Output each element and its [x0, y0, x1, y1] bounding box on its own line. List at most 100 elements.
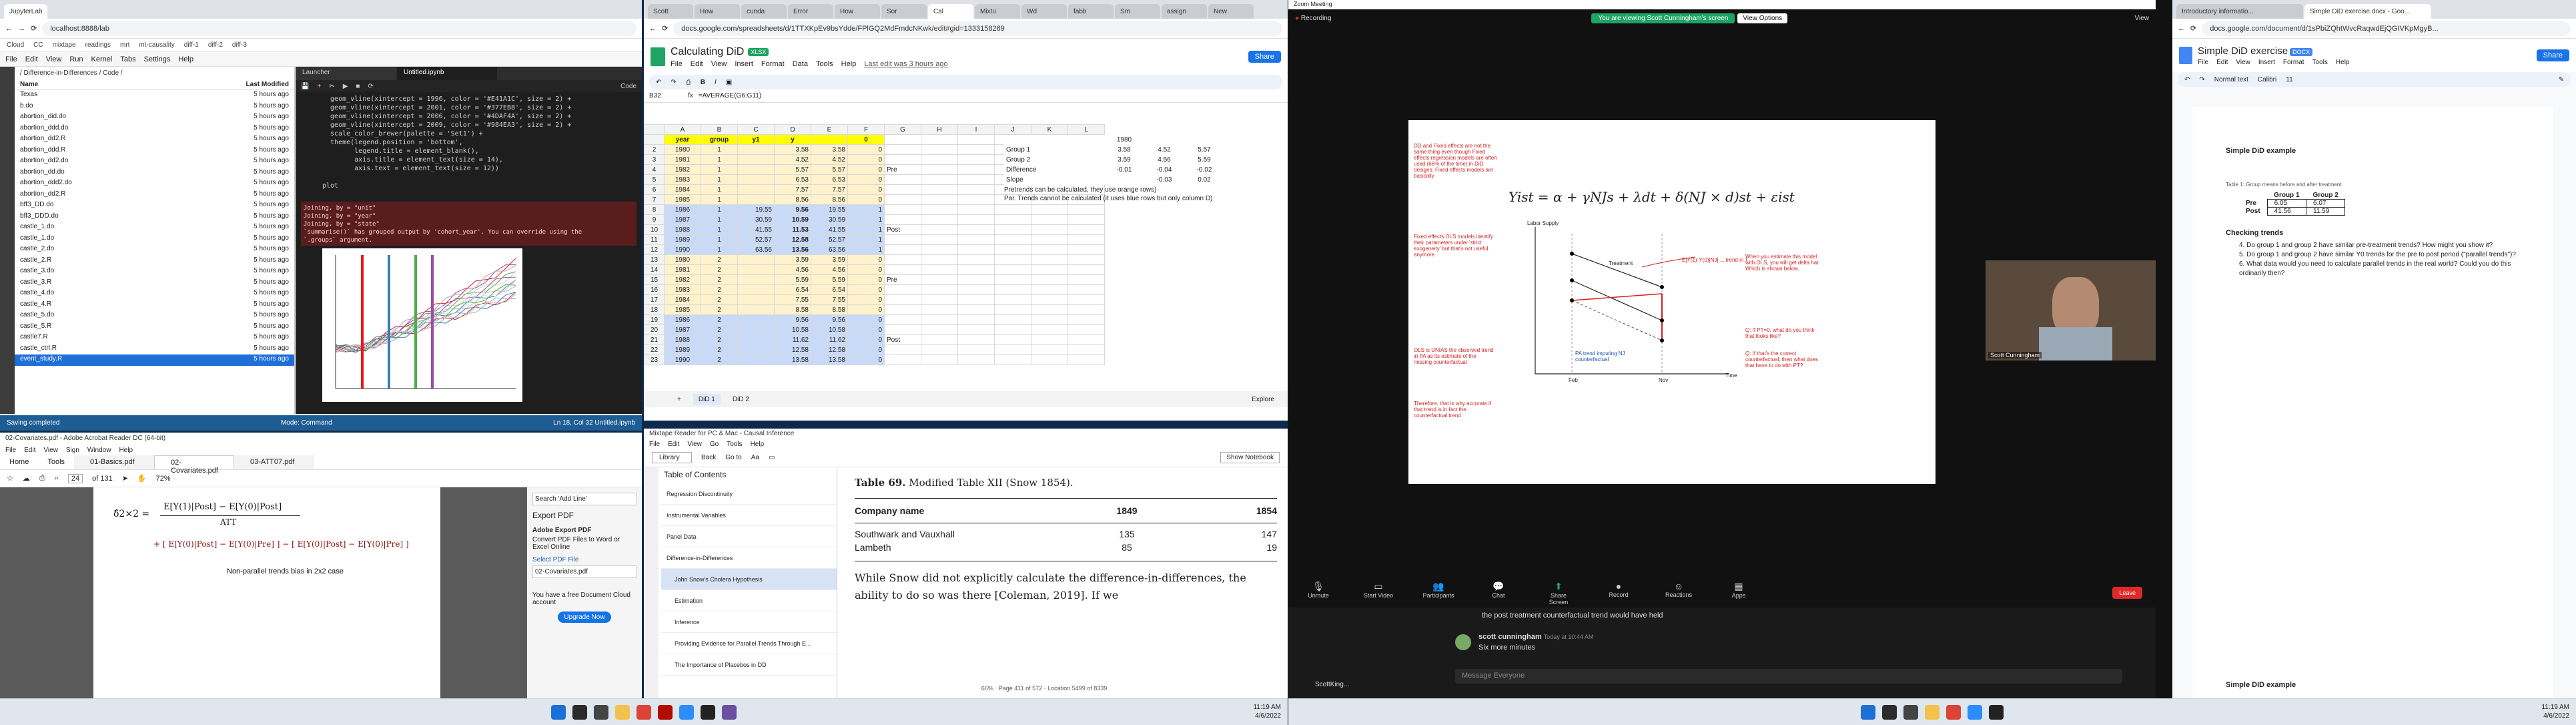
header-cell[interactable]: y1 — [737, 134, 775, 145]
menu-file[interactable]: File — [2198, 59, 2208, 66]
doc-title[interactable]: Simple DiD exercise — [2198, 45, 2288, 57]
summary-cell[interactable] — [1104, 175, 1144, 185]
cell[interactable] — [994, 244, 1031, 255]
browser-tab[interactable]: JupyterLab — [4, 4, 48, 19]
cell[interactable] — [1067, 264, 1105, 275]
view-button[interactable]: View — [2135, 15, 2150, 22]
file-row[interactable]: bff3_DD.do 5 hours ago — [15, 200, 294, 212]
cell[interactable] — [921, 294, 958, 305]
toolbar-record[interactable]: ● Record — [1602, 581, 1635, 606]
row-number[interactable]: 17 — [644, 294, 665, 305]
menu-edit[interactable]: Edit — [25, 55, 38, 63]
browser-tab[interactable]: fabb — [1068, 4, 1114, 19]
notebook-button[interactable]: Show Notebook — [1220, 452, 1280, 463]
menu-insert[interactable]: Insert — [735, 60, 753, 68]
cell[interactable]: 1 — [701, 184, 738, 195]
cell[interactable]: 1982 — [664, 274, 701, 285]
summary-table[interactable]: 1980 Group 1 3.58 4.52 5.57 Group 2 3.59 4.56 5.… — [1004, 135, 1224, 185]
cell[interactable] — [994, 294, 1031, 305]
toc-item[interactable]: Providing Evidence for Parallel Trends T… — [661, 633, 837, 654]
cell[interactable] — [1031, 294, 1068, 305]
period-label[interactable] — [884, 294, 921, 305]
cell[interactable]: 0 — [847, 274, 885, 285]
cell[interactable]: 11.59 — [2306, 207, 2346, 216]
cell[interactable] — [957, 294, 995, 305]
cursor-icon[interactable]: ➤ — [122, 474, 128, 483]
upgrade-button[interactable]: Upgrade Now — [558, 612, 611, 623]
cell[interactable]: 1 — [701, 234, 738, 245]
group-means-table[interactable]: Group 1 Group 2 Pre 6.05 6.07 Post 41.56 11.59 — [2239, 192, 2346, 216]
header-cell[interactable]: y — [774, 134, 811, 145]
cell[interactable] — [737, 254, 775, 265]
file-row[interactable]: bff3_DDD.do 5 hours ago — [15, 212, 294, 223]
tab-home[interactable]: Home — [0, 455, 38, 469]
column-header[interactable]: L — [1067, 124, 1105, 135]
acrobat-icon[interactable] — [658, 704, 673, 720]
cell[interactable]: 1 — [701, 204, 738, 215]
cell[interactable] — [957, 184, 995, 195]
cell[interactable]: 52.57 — [737, 234, 775, 245]
toc-item[interactable]: Inference — [661, 612, 837, 633]
size-select[interactable]: 11 — [2286, 76, 2292, 83]
cell[interactable] — [1067, 234, 1105, 245]
tab-notebook[interactable]: Untitled.ipynb — [397, 67, 497, 80]
file-row[interactable]: castle_4.do 5 hours ago — [15, 288, 294, 300]
cell[interactable] — [994, 344, 1031, 355]
cell[interactable]: 7.55 — [811, 294, 848, 305]
summary-cell[interactable] — [1184, 135, 1224, 145]
hand-icon[interactable]: ✋ — [137, 474, 147, 483]
summary-cell[interactable]: -0.03 — [1144, 175, 1184, 185]
stop-icon[interactable]: ■ — [356, 83, 360, 90]
cell[interactable] — [957, 354, 995, 365]
cell[interactable]: 1 — [847, 214, 885, 225]
cell[interactable] — [994, 204, 1031, 215]
file-row[interactable]: b.do 5 hours ago — [15, 101, 294, 113]
summary-cell[interactable]: -0.04 — [1144, 165, 1184, 175]
cell[interactable] — [957, 264, 995, 275]
cell[interactable]: 13.58 — [811, 354, 848, 365]
cell[interactable] — [921, 204, 958, 215]
cell[interactable]: 1 — [701, 154, 738, 165]
header-cell[interactable]: Group 1 — [2267, 192, 2306, 200]
menu-help[interactable]: Help — [2336, 59, 2350, 66]
cell[interactable] — [957, 144, 995, 155]
column-header[interactable]: H — [921, 124, 958, 135]
cell[interactable]: 5.59 — [811, 274, 848, 285]
kernel-name[interactable]: Code — [620, 83, 636, 90]
cell[interactable]: 6.05 — [2266, 199, 2307, 208]
terminal-icon[interactable] — [701, 704, 715, 720]
file-row[interactable]: abortion_did.do 5 hours ago — [15, 112, 294, 124]
summary-cell[interactable] — [1004, 135, 1064, 145]
cell[interactable]: 4.56 — [774, 264, 811, 275]
menu-help[interactable]: Help — [119, 447, 133, 454]
redo-icon[interactable]: ↷ — [2199, 76, 2204, 83]
period-label[interactable] — [884, 254, 921, 265]
cell[interactable] — [921, 144, 958, 155]
summary-cell[interactable] — [1064, 175, 1104, 185]
toolbar-share-screen[interactable]: ⬆ Share Screen — [1542, 581, 1575, 606]
explorer-icon[interactable] — [615, 704, 630, 720]
summary-cell[interactable]: Slope — [1004, 175, 1064, 185]
cell[interactable] — [994, 234, 1031, 245]
cell[interactable]: 1986 — [664, 314, 701, 325]
cell[interactable]: 12.58 — [774, 234, 811, 245]
cut-icon[interactable]: ✂ — [329, 83, 334, 90]
file-row[interactable]: abortion_ddd2.do 5 hours ago — [15, 178, 294, 190]
task-view-icon[interactable] — [594, 704, 608, 720]
cell[interactable] — [1067, 254, 1105, 265]
bookmark[interactable]: mrt — [120, 41, 129, 49]
cell[interactable] — [957, 254, 995, 265]
cell[interactable]: 0 — [847, 344, 885, 355]
cell[interactable] — [1031, 334, 1068, 345]
cell[interactable] — [737, 354, 775, 365]
bookmark[interactable]: diff-1 — [184, 41, 199, 49]
cell[interactable] — [1031, 234, 1068, 245]
undo-icon[interactable]: ↶ — [2184, 76, 2190, 83]
row-number[interactable]: 22 — [644, 344, 665, 355]
menu-tabs[interactable]: Tabs — [120, 55, 135, 63]
menu-edit[interactable]: Edit — [691, 60, 703, 68]
toolbar-apps[interactable]: ▦ Apps — [1722, 581, 1755, 606]
toc-item[interactable]: John Snow's Cholera Hypothesis — [661, 569, 837, 590]
period-label[interactable] — [884, 154, 921, 165]
cell[interactable] — [921, 344, 958, 355]
